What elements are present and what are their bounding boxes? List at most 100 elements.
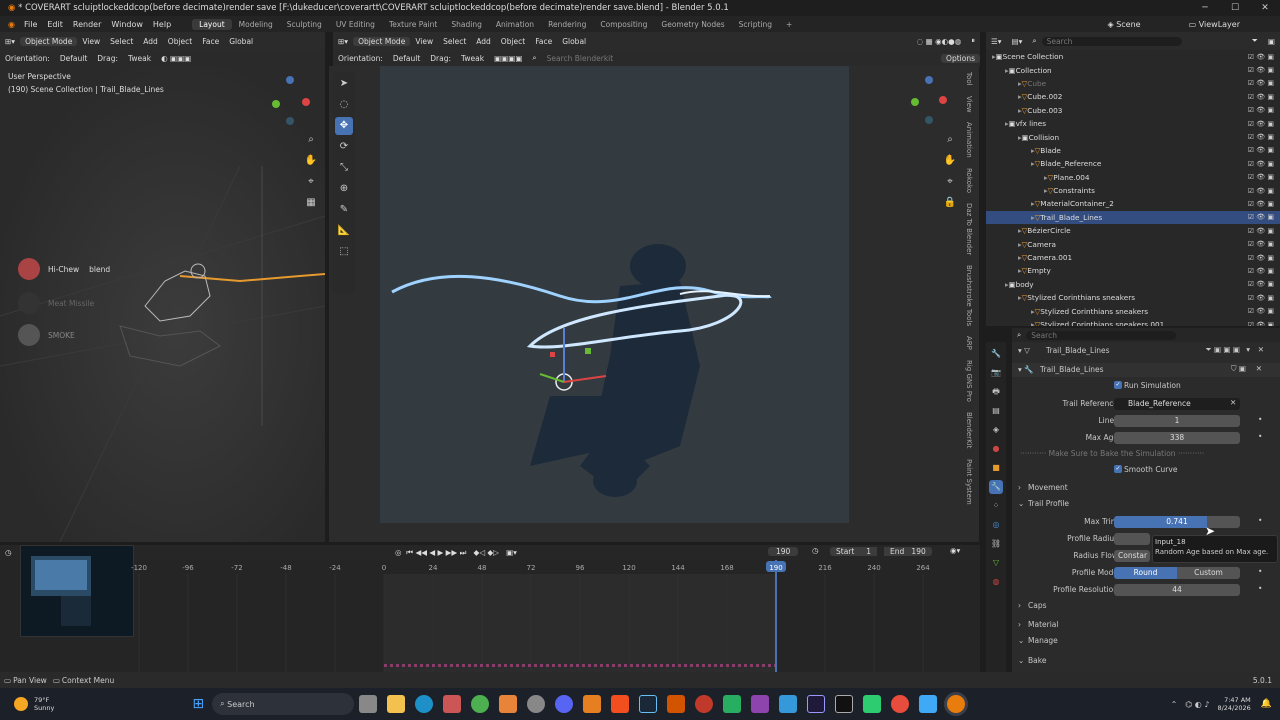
world-props-icon[interactable]: ●	[989, 442, 1003, 456]
visibility-eye-icon[interactable]: ☑ 👁 ▣	[1248, 106, 1274, 114]
object-filter-icons[interactable]: ⏷ ▣ ▣ ▣	[1206, 345, 1240, 355]
sidetab-rig-gns[interactable]: Rig GNS Pro	[965, 360, 973, 402]
tab-animation[interactable]: Animation	[489, 19, 541, 30]
profile-resolution-field[interactable]: 44	[1114, 584, 1240, 596]
mid-transform-global[interactable]: Global	[557, 37, 591, 46]
scene-props-icon[interactable]: ◈	[989, 423, 1003, 437]
mid-drag-select[interactable]: Tweak	[456, 54, 489, 63]
modifier-close-icon[interactable]: ✕	[1256, 364, 1262, 373]
left-menu-select[interactable]: Select	[105, 37, 138, 46]
menu-render[interactable]: Render	[68, 20, 106, 29]
sidetab-blenderkit[interactable]: BlenderKit	[965, 412, 973, 448]
filter-icon[interactable]: ⏷	[1247, 36, 1263, 46]
sidetab-view[interactable]: View	[965, 96, 973, 113]
object-close-icon[interactable]: ✕	[1258, 345, 1264, 354]
sidetab-arp[interactable]: ARP	[965, 336, 973, 350]
mid-editor-type-icon[interactable]: ⊞▾	[333, 37, 353, 46]
sidetab-brushstroke[interactable]: Brushstroke Tools	[965, 265, 973, 326]
visibility-eye-icon[interactable]: ☑ 👁 ▣	[1248, 120, 1274, 128]
outliner-row[interactable]: ▸ ▣ vfx lines ☑ 👁 ▣	[986, 117, 1280, 130]
app-icon-2[interactable]	[499, 695, 518, 713]
visibility-eye-icon[interactable]: ☑ 👁 ▣	[1248, 240, 1274, 248]
file-explorer-icon[interactable]	[387, 695, 406, 713]
mid-menu-face[interactable]: Face	[530, 37, 557, 46]
tray-chevron-icon[interactable]: ⌃	[1171, 700, 1178, 709]
chrome-icon[interactable]	[471, 695, 490, 713]
after-effects-icon[interactable]	[807, 695, 826, 713]
outliner-row[interactable]: ▸ ▣ Scene Collection ☑ 👁 ▣	[986, 50, 1280, 63]
visibility-eye-icon[interactable]: ☑ 👁 ▣	[1248, 213, 1274, 221]
start-frame-field[interactable]: Start 1	[830, 547, 878, 556]
timeline-track-area[interactable]: -120 -96 -72 -48 -24 0 24 48 72 96 120 144 168 190 216…	[0, 560, 980, 672]
constraints-icon[interactable]: ⛓	[989, 537, 1003, 551]
minimize-button[interactable]: ─	[1190, 0, 1220, 16]
grid-icon[interactable]: ▦	[302, 194, 320, 212]
mid-orientation-select[interactable]: Default	[388, 54, 425, 63]
render-props-icon[interactable]: 📷	[989, 366, 1003, 380]
left-menu-face[interactable]: Face	[197, 37, 224, 46]
caps-panel-header[interactable]: › Caps	[1012, 599, 1280, 613]
tab-layout[interactable]: Layout	[192, 18, 232, 30]
add-workspace-button[interactable]: +	[779, 19, 799, 30]
steam-icon[interactable]	[639, 695, 658, 713]
outliner-row[interactable]: ▸ ▣ Collection ☑ 👁 ▣	[986, 63, 1280, 76]
outliner-row[interactable]: ▸ ▽ MaterialContainer_2 ☑ 👁 ▣	[986, 197, 1280, 210]
visibility-eye-icon[interactable]: ☑ 👁 ▣	[1248, 321, 1274, 327]
options-dropdown[interactable]: Options	[941, 53, 980, 63]
visibility-eye-icon[interactable]: ☑ 👁 ▣	[1248, 254, 1274, 262]
blender-menu-icon[interactable]: ◉	[4, 20, 19, 29]
outliner-row[interactable]: ▸ ▣ Collision ☑ 👁 ▣	[986, 130, 1280, 143]
run-simulation-checkbox[interactable]: ✓	[1114, 381, 1122, 389]
app-icon-9[interactable]	[751, 695, 770, 713]
visibility-eye-icon[interactable]: ☑ 👁 ▣	[1248, 53, 1274, 61]
left-menu-object[interactable]: Object	[163, 37, 197, 46]
mid-menu-view[interactable]: View	[410, 37, 438, 46]
manage-panel-header[interactable]: ⌄ Manage	[1012, 634, 1280, 648]
tray-icons[interactable]: ⌬ ◐ ♪	[1185, 700, 1209, 709]
orientation-select[interactable]: Default	[55, 54, 92, 63]
outliner-editor-icon[interactable]: ☰▾	[986, 37, 1007, 46]
lines-field[interactable]: 1	[1114, 415, 1240, 427]
weather-widget[interactable]: 79°F Sunny	[34, 696, 54, 712]
outliner-row[interactable]: ▸ ▽ Camera.001 ☑ 👁 ▣	[986, 251, 1280, 264]
trail-profile-panel-header[interactable]: ⌄ Trail Profile	[1012, 497, 1280, 511]
mid-mode-select[interactable]: Object Mode	[353, 36, 411, 46]
modifier-shield-icon[interactable]: ⛉ ▣	[1231, 364, 1246, 374]
camera-view-icon[interactable]: ⌖	[302, 173, 320, 191]
transform-tool-icon[interactable]: ⊕	[335, 180, 353, 198]
visibility-eye-icon[interactable]: ☑ 👁 ▣	[1248, 227, 1274, 235]
visibility-eye-icon[interactable]: ☑ 👁 ▣	[1248, 187, 1274, 195]
notification-icon[interactable]: 🔔	[1261, 699, 1272, 709]
material-panel-header[interactable]: › Material	[1012, 618, 1280, 632]
visibility-eye-icon[interactable]: ☑ 👁 ▣	[1248, 307, 1274, 315]
end-frame-field[interactable]: End 190	[884, 547, 932, 556]
outliner-row[interactable]: ▸ ▽ Constraints ☑ 👁 ▣	[986, 184, 1280, 197]
object-pin-icon[interactable]: ▾	[1246, 345, 1250, 354]
visibility-eye-icon[interactable]: ☑ 👁 ▣	[1248, 267, 1274, 275]
max-age-field[interactable]: 338	[1114, 432, 1240, 444]
zoom-icon[interactable]: ⌕	[302, 131, 320, 149]
overlay-item-hichew[interactable]: Hi-Chew	[48, 265, 79, 274]
meat-avatar[interactable]	[18, 292, 40, 314]
blender-taskbar-icon[interactable]	[947, 695, 966, 713]
close-window-button[interactable]: ✕	[1250, 0, 1280, 16]
app-icon-4[interactable]	[583, 695, 602, 713]
outliner-row[interactable]: ▸ ▽ Stylized Corinthians sneakers ☑ 👁 ▣	[986, 291, 1280, 304]
add-cube-tool-icon[interactable]: ⬚	[335, 243, 353, 261]
outliner-row[interactable]: ▸ ▽ Plane.004 ☑ 👁 ▣	[986, 171, 1280, 184]
lock-icon[interactable]: 🔒	[941, 194, 959, 212]
app-icon-8[interactable]	[723, 695, 742, 713]
physics-icon[interactable]: ◎	[989, 518, 1003, 532]
annotate-tool-icon[interactable]: ✎	[335, 201, 353, 219]
maximize-button[interactable]: ☐	[1220, 0, 1250, 16]
task-view-icon[interactable]	[359, 695, 378, 713]
overlay-item-smoke[interactable]: SMOKE	[48, 331, 75, 340]
bake-panel-header[interactable]: ⌄ Bake	[1012, 654, 1280, 668]
discord-icon[interactable]	[555, 695, 574, 713]
menu-window[interactable]: Window	[106, 20, 148, 29]
tab-sculpting[interactable]: Sculpting	[280, 19, 329, 30]
app-icon-5[interactable]	[611, 695, 630, 713]
move-tool-icon[interactable]: ✥	[335, 117, 353, 135]
pause-icon[interactable]: ⏸	[966, 36, 980, 46]
sidetab-rokoko[interactable]: Rokoko	[965, 168, 973, 193]
